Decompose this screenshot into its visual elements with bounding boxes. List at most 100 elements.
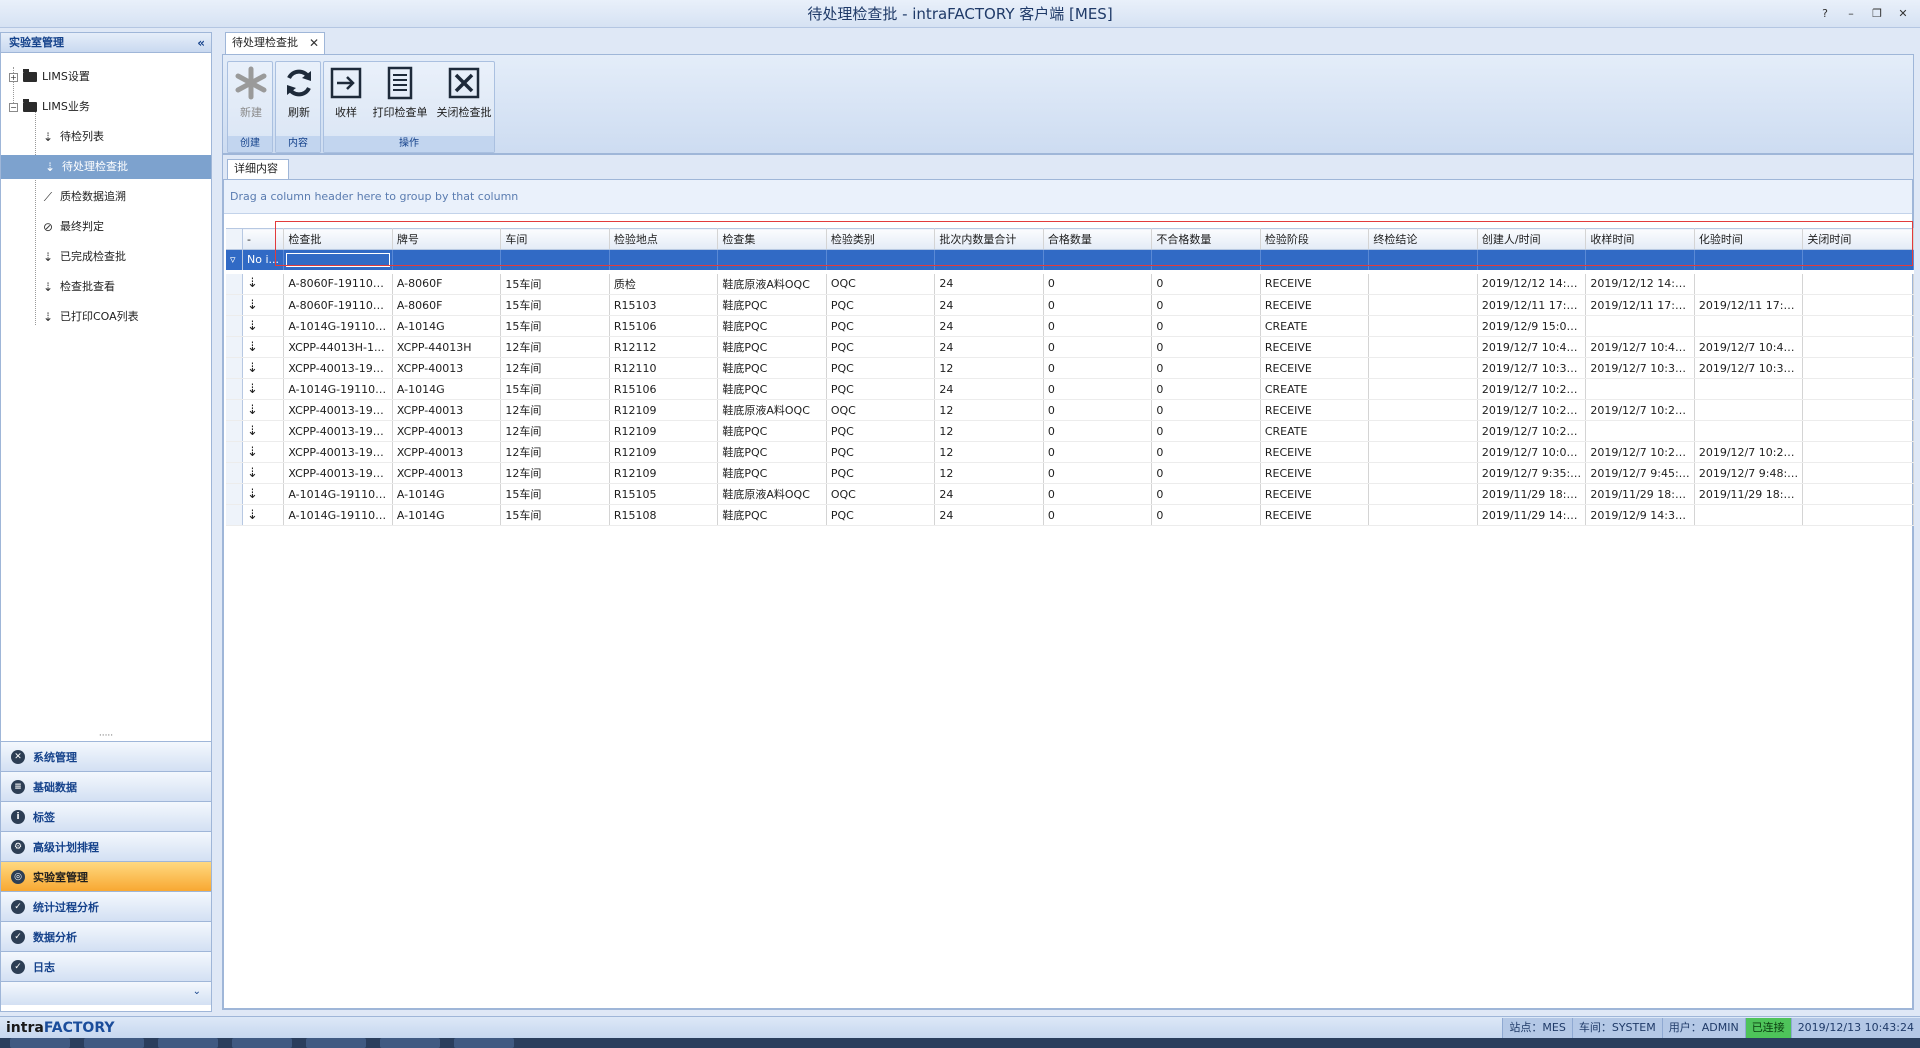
table-cell[interactable]: 2019/12/7 10:35:10 [1585,357,1695,379]
taskbar-app-icon[interactable] [158,1038,218,1048]
table-cell[interactable]: CREATE [1260,378,1370,400]
table-cell[interactable]: A-1014G [392,504,502,526]
table-cell[interactable]: 鞋底PQC [717,336,827,358]
table-cell[interactable]: RECEIVE [1260,294,1370,316]
taskbar-app-icon[interactable] [306,1038,366,1048]
filter-cell[interactable] [1368,249,1478,270]
close-button[interactable]: ✕ [1894,0,1912,28]
table-cell[interactable]: A-1014G [392,315,502,337]
table-cell[interactable]: A-8060F [392,294,502,316]
table-cell[interactable]: 鞋底PQC [717,378,827,400]
filter-input[interactable] [286,252,390,267]
tree-item-lims-business[interactable]: − LIMS业务 [9,95,90,119]
table-cell[interactable]: RECEIVE [1260,336,1370,358]
table-cell[interactable]: 0 [1043,504,1153,526]
receive-sample-button[interactable]: 收样 [326,64,366,122]
table-cell[interactable]: 0 [1151,420,1261,442]
table-cell[interactable]: 0 [1043,441,1153,463]
table-cell[interactable] [1802,462,1914,484]
table-cell[interactable]: 12车间 [500,420,610,442]
table-cell[interactable]: 2019/12/7 10:28:23 [1477,378,1587,400]
table-cell[interactable]: 0 [1043,336,1153,358]
table-cell[interactable]: 24 [934,504,1044,526]
table-cell[interactable] [1368,336,1478,358]
table-cell[interactable]: 2019/12/7 10:23:41 [1694,441,1804,463]
table-cell[interactable]: 24 [934,273,1044,295]
filter-cell[interactable] [283,249,393,270]
table-cell[interactable]: 24 [934,294,1044,316]
column-header[interactable]: 合格数量 [1043,228,1153,250]
table-cell[interactable]: 0 [1043,315,1153,337]
table-cell[interactable]: 2019/12/11 17:24... [1694,294,1804,316]
table-cell[interactable]: 鞋底PQC [717,504,827,526]
table-cell[interactable]: 鞋底PQC [717,357,827,379]
table-cell[interactable] [1802,441,1914,463]
table-cell[interactable]: A-8060F-191100... [283,294,393,316]
nav-group-labels[interactable]: i 标签 [1,801,211,831]
table-cell[interactable]: 12车间 [500,357,610,379]
table-cell[interactable]: R12110 [609,357,719,379]
table-cell[interactable] [1694,378,1804,400]
table-row[interactable]: ⇣ A-1014G-191100... A-1014G 15车间 R15105 鞋底原液A… [226,483,1914,505]
filter-cell[interactable]: No i... [242,249,285,270]
table-cell[interactable]: 2019/12/7 9:45:48 [1585,462,1695,484]
minimize-button[interactable]: – [1842,0,1860,28]
table-cell[interactable]: PQC [826,441,936,463]
tab-detail-content[interactable]: 详细内容 [227,159,289,179]
filter-cell[interactable] [1585,249,1695,270]
table-cell[interactable]: 0 [1151,273,1261,295]
table-cell[interactable]: 12车间 [500,336,610,358]
column-header[interactable]: 化验时间 [1694,228,1804,250]
table-cell[interactable]: 0 [1151,441,1261,463]
table-cell[interactable] [1368,462,1478,484]
table-cell[interactable]: XCPP-40013-191... [283,420,393,442]
table-cell[interactable] [1694,420,1804,442]
table-cell[interactable]: 0 [1043,378,1153,400]
table-cell[interactable]: 12 [934,420,1044,442]
table-cell[interactable]: 0 [1151,399,1261,421]
table-cell[interactable]: R15106 [609,378,719,400]
table-cell[interactable]: 2019/12/9 15:04:49 [1477,315,1587,337]
table-cell[interactable]: A-1014G [392,483,502,505]
table-cell[interactable]: 2019/12/7 10:20:09 [1477,420,1587,442]
table-row[interactable]: ⇣ A-1014G-191100... A-1014G 15车间 R15106 鞋底PQC… [226,378,1914,400]
table-cell[interactable]: 2019/12/11 17:20... [1585,294,1695,316]
nav-overflow-button[interactable]: ⌄ [1,981,211,1005]
expand-icon[interactable]: + [9,72,18,82]
table-row[interactable]: ⇣ XCPP-40013-191... XCPP-40013 12车间 R12109 鞋底… [226,399,1914,421]
table-cell[interactable]: 0 [1043,357,1153,379]
table-cell[interactable] [1368,399,1478,421]
table-cell[interactable]: XCPP-40013-191... [283,441,393,463]
table-cell[interactable]: 鞋底PQC [717,420,827,442]
table-cell[interactable]: 0 [1043,420,1153,442]
filter-cell[interactable] [1043,249,1153,270]
table-cell[interactable]: XCPP-44013H [392,336,502,358]
table-cell[interactable]: 12车间 [500,441,610,463]
taskbar-app-icon[interactable] [380,1038,440,1048]
table-cell[interactable]: R15105 [609,483,719,505]
table-cell[interactable] [1368,441,1478,463]
close-batch-button[interactable]: 关闭检查批 [434,64,494,122]
table-cell[interactable]: PQC [826,378,936,400]
column-header-indicator[interactable]: - [242,228,285,250]
table-cell[interactable] [1802,273,1914,295]
group-by-panel[interactable]: Drag a column header here to group by th… [224,180,1912,214]
table-cell[interactable]: 鞋底原液A料OQC [717,273,827,295]
table-cell[interactable] [1368,378,1478,400]
table-row[interactable]: ⇣ XCPP-44013H-1... XCPP-44013H 12车间 R12112 鞋底… [226,336,1914,358]
table-cell[interactable]: 0 [1043,483,1153,505]
filter-cell[interactable] [609,249,719,270]
table-cell[interactable]: 2019/12/7 10:28:17 [1585,399,1695,421]
table-cell[interactable]: R12109 [609,462,719,484]
table-cell[interactable]: 2019/12/7 10:43:50 [1694,336,1804,358]
table-cell[interactable]: CREATE [1260,315,1370,337]
table-row[interactable]: ⇣ XCPP-40013-191... XCPP-40013 12车间 R12109 鞋底… [226,420,1914,442]
table-cell[interactable] [1585,315,1695,337]
table-cell[interactable]: 12 [934,399,1044,421]
table-cell[interactable]: R15106 [609,315,719,337]
table-cell[interactable]: 2019/12/12 14:56... [1477,273,1587,295]
table-cell[interactable]: 2019/12/7 10:42:55 [1477,336,1587,358]
column-header[interactable]: 检查批 [283,228,393,250]
table-cell[interactable]: A-1014G-191100... [283,315,393,337]
table-cell[interactable]: 0 [1043,273,1153,295]
